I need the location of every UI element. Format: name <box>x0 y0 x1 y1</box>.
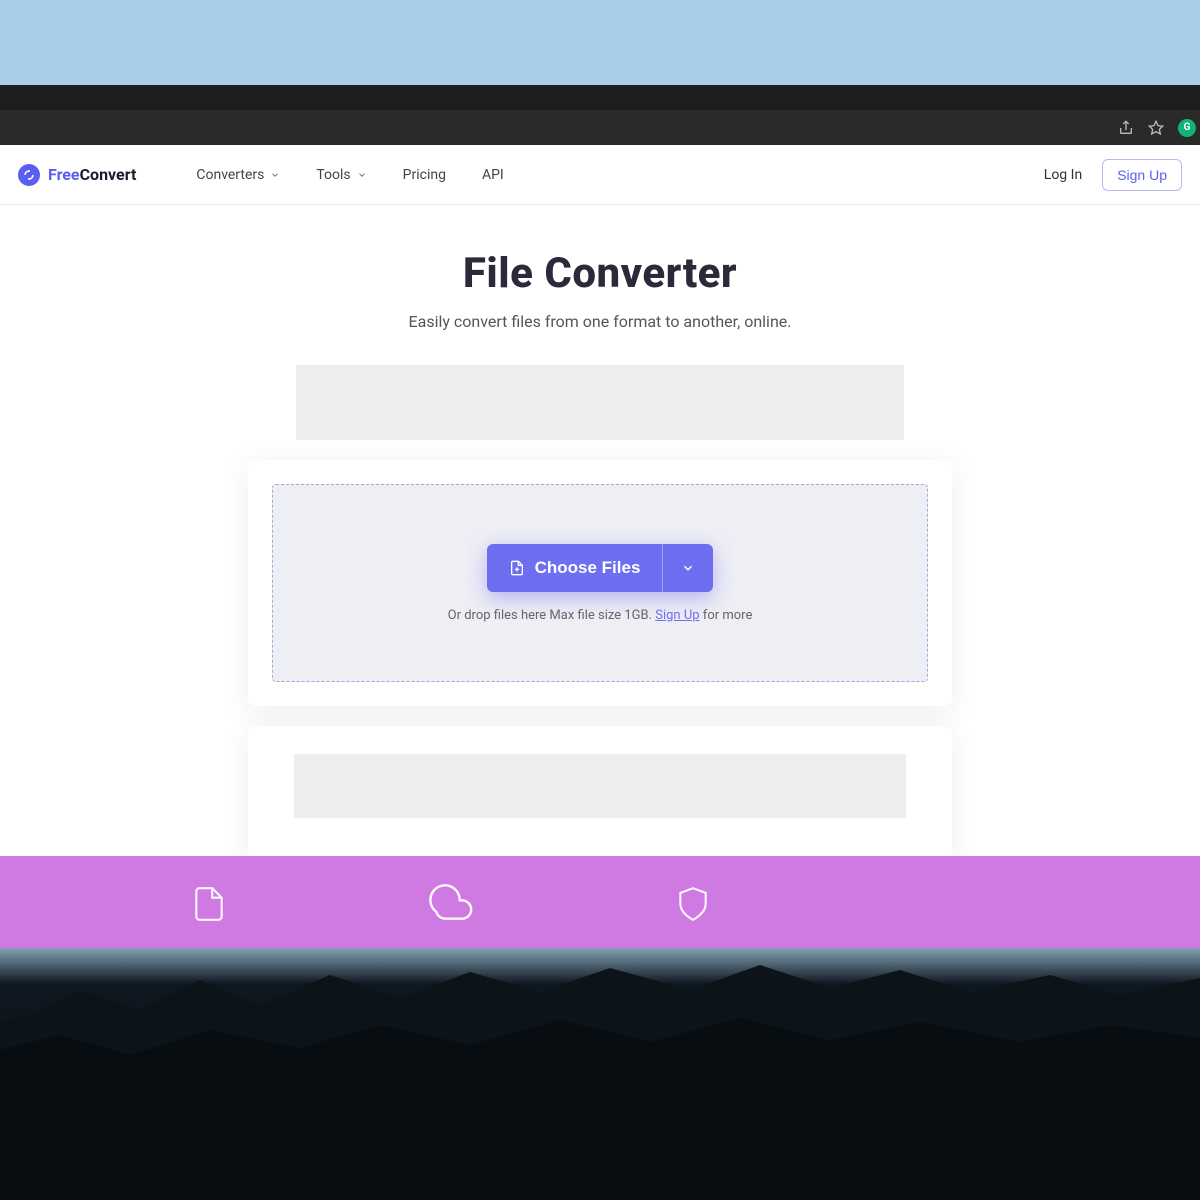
cloud-icon <box>428 882 474 926</box>
share-icon[interactable] <box>1118 120 1134 136</box>
choose-files-button-group: Choose Files <box>487 544 714 592</box>
mountain-silhouette <box>0 920 1200 1200</box>
features-band <box>0 856 1200 948</box>
upload-card: Choose Files Or drop files here Max file… <box>248 460 952 706</box>
extension-badge[interactable]: G <box>1178 119 1196 137</box>
nav-item-tools[interactable]: Tools <box>316 167 366 183</box>
drop-hint: Or drop files here Max file size 1GB. Si… <box>448 608 753 623</box>
site-nav: FreeConvert Converters Tools Pricing API… <box>0 145 1200 205</box>
file-add-icon <box>509 559 525 577</box>
browser-toolbar: G <box>0 110 1200 145</box>
shield-icon <box>674 882 712 926</box>
nav-item-api[interactable]: API <box>482 167 504 183</box>
login-link[interactable]: Log In <box>1044 167 1082 183</box>
chevron-down-icon <box>681 561 695 575</box>
star-icon[interactable] <box>1148 120 1164 136</box>
brand-text: FreeConvert <box>48 165 136 184</box>
secondary-card <box>248 726 952 858</box>
brand-logo[interactable]: FreeConvert <box>18 164 136 186</box>
signup-button[interactable]: Sign Up <box>1102 159 1182 191</box>
file-icon <box>190 882 228 926</box>
page-title: File Converter <box>0 249 1200 298</box>
choose-files-dropdown[interactable] <box>662 544 713 592</box>
brand-icon <box>18 164 40 186</box>
drop-zone[interactable]: Choose Files Or drop files here Max file… <box>272 484 928 682</box>
website-page: FreeConvert Converters Tools Pricing API… <box>0 145 1200 948</box>
page-subtitle: Easily convert files from one format to … <box>0 312 1200 331</box>
nav-item-converters[interactable]: Converters <box>196 167 280 183</box>
signup-inline-link[interactable]: Sign Up <box>655 608 699 623</box>
hero-section: File Converter Easily convert files from… <box>0 205 1200 331</box>
nav-links: Converters Tools Pricing API <box>196 167 1043 183</box>
ad-placeholder-bottom <box>294 754 906 818</box>
chevron-down-icon <box>357 170 367 180</box>
ad-placeholder-top <box>296 365 904 440</box>
chevron-down-icon <box>270 170 280 180</box>
nav-item-pricing[interactable]: Pricing <box>403 167 446 183</box>
nav-right: Log In Sign Up <box>1044 159 1182 191</box>
choose-files-button[interactable]: Choose Files <box>487 544 663 592</box>
